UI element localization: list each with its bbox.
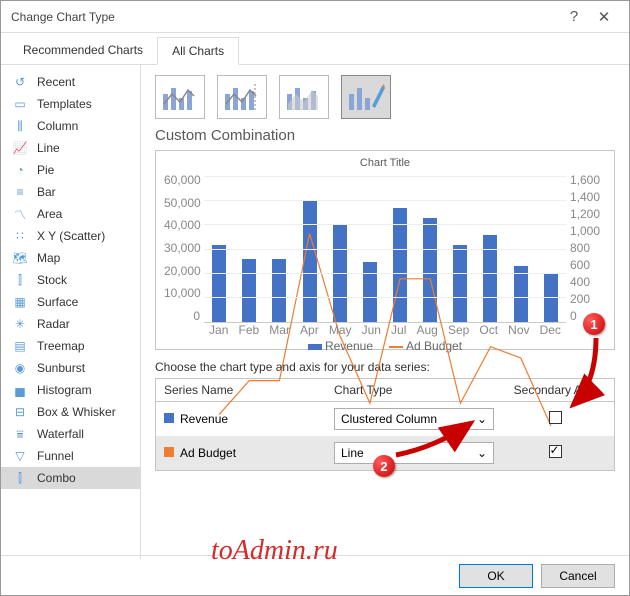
- chart-type-icon: ◉: [11, 361, 29, 375]
- window-title: Change Chart Type: [11, 10, 559, 24]
- arrow-1: [561, 333, 611, 413]
- sidebar-item-pie[interactable]: ◔Pie: [1, 159, 140, 181]
- chart-type-icon: ⫿: [11, 471, 29, 485]
- chart-type-icon: ◔: [11, 163, 29, 177]
- chart-type-sidebar: ↺Recent▭Templates⫼Column📈Line◔Pie≡Bar〽Ar…: [1, 65, 141, 559]
- sidebar-item-box-whisker[interactable]: ⊟Box & Whisker: [1, 401, 140, 423]
- ok-button[interactable]: OK: [459, 564, 533, 588]
- sidebar-item-combo[interactable]: ⫿Combo: [1, 467, 140, 489]
- content-area: ↺Recent▭Templates⫼Column📈Line◔Pie≡Bar〽Ar…: [1, 65, 629, 559]
- arrow-2: [391, 417, 481, 459]
- sidebar-item-recent[interactable]: ↺Recent: [1, 71, 140, 93]
- chart-type-icon: ⫿: [11, 273, 29, 287]
- chart-type-icon: ✳: [11, 317, 29, 331]
- title-bar: Change Chart Type ? ✕: [1, 1, 629, 33]
- chart-type-icon: ⫼: [11, 119, 29, 133]
- secondary-axis-checkbox-revenue[interactable]: [549, 411, 562, 424]
- main-panel: Custom Combination Chart Title 60,00050,…: [141, 65, 629, 559]
- chart-type-icon: ≡: [11, 185, 29, 199]
- sidebar-item-sunburst[interactable]: ◉Sunburst: [1, 357, 140, 379]
- line-series: [204, 177, 566, 539]
- sidebar-item-funnel[interactable]: ▽Funnel: [1, 445, 140, 467]
- x-axis-labels: JanFebMarAprMayJunJulAugSepOctNovDec: [204, 323, 566, 337]
- sidebar-item-column[interactable]: ⫼Column: [1, 115, 140, 137]
- sidebar-item-line[interactable]: 📈Line: [1, 137, 140, 159]
- sidebar-item-treemap[interactable]: ▤Treemap: [1, 335, 140, 357]
- chart-type-icon: ↺: [11, 75, 29, 89]
- chart-type-icon: ▦: [11, 295, 29, 309]
- cancel-button[interactable]: Cancel: [541, 564, 615, 588]
- close-button[interactable]: ✕: [589, 8, 619, 26]
- series-swatch-adbudget: [164, 447, 174, 457]
- tab-all-charts[interactable]: All Charts: [157, 37, 239, 65]
- chart-type-icon: 〽: [11, 207, 29, 221]
- sidebar-item-templates[interactable]: ▭Templates: [1, 93, 140, 115]
- combo-subtype-custom[interactable]: [341, 75, 391, 119]
- sidebar-item-x-y-scatter-[interactable]: ∷X Y (Scatter): [1, 225, 140, 247]
- chart-title: Chart Title: [164, 157, 606, 169]
- sidebar-item-surface[interactable]: ▦Surface: [1, 291, 140, 313]
- sidebar-item-stock[interactable]: ⫿Stock: [1, 269, 140, 291]
- chart-type-icon: ▅: [11, 383, 29, 397]
- chart-type-icon: ⊟: [11, 405, 29, 419]
- combo-subtype-1[interactable]: [155, 75, 205, 119]
- chart-type-icon: ▤: [11, 339, 29, 353]
- sidebar-item-histogram[interactable]: ▅Histogram: [1, 379, 140, 401]
- secondary-axis-checkbox-adbudget[interactable]: [549, 445, 562, 458]
- chart-type-icon: 🗺: [11, 251, 29, 265]
- combo-subtype-2[interactable]: [217, 75, 267, 119]
- sidebar-item-radar[interactable]: ✳Radar: [1, 313, 140, 335]
- combo-subtype-3[interactable]: [279, 75, 329, 119]
- section-title: Custom Combination: [155, 127, 615, 144]
- chart-type-icon: ∷: [11, 229, 29, 243]
- chart-type-icon: ▭: [11, 97, 29, 111]
- chart-preview: Chart Title 60,00050,00040,00030,00020,0…: [155, 150, 615, 350]
- sidebar-item-bar[interactable]: ≡Bar: [1, 181, 140, 203]
- dialog-footer: OK Cancel: [1, 555, 629, 595]
- series-swatch-revenue: [164, 413, 174, 423]
- sidebar-item-map[interactable]: 🗺Map: [1, 247, 140, 269]
- help-button[interactable]: ?: [559, 8, 589, 25]
- sidebar-item-waterfall[interactable]: ⩸Waterfall: [1, 423, 140, 445]
- tab-strip: Recommended Charts All Charts: [1, 33, 629, 65]
- secondary-y-axis: 1,6001,4001,2001,0008006004002000: [570, 173, 606, 323]
- plot-area: [204, 177, 566, 323]
- primary-y-axis: 60,00050,00040,00030,00020,00010,0000: [164, 173, 200, 323]
- combo-subtype-row: [155, 75, 615, 119]
- sidebar-item-area[interactable]: 〽Area: [1, 203, 140, 225]
- tab-recommended-charts[interactable]: Recommended Charts: [9, 37, 157, 64]
- callout-1: 1: [583, 313, 605, 335]
- chart-type-icon: ▽: [11, 449, 29, 463]
- chart-type-icon: 📈: [11, 141, 29, 155]
- chart-type-icon: ⩸: [11, 427, 29, 441]
